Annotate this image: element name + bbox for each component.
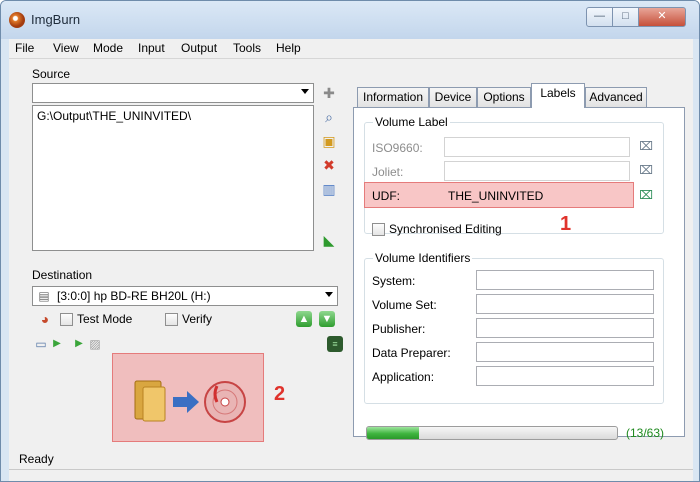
status-bar xyxy=(9,469,693,481)
close-button[interactable]: ✕ xyxy=(638,7,686,27)
tab-advanced[interactable]: Advanced xyxy=(585,87,647,107)
source-label: Source xyxy=(32,67,71,81)
synchronised-editing-label: Synchronised Editing xyxy=(389,222,502,236)
build-icon[interactable]: ◣ xyxy=(321,232,337,248)
destination-label: Destination xyxy=(32,268,93,282)
volume-set-field[interactable] xyxy=(476,294,654,314)
tab-device[interactable]: Device xyxy=(429,87,477,107)
menu-tools[interactable]: Tools xyxy=(233,41,261,55)
progress-count: (13/63) xyxy=(626,426,665,440)
progress-bar xyxy=(366,426,618,440)
disc-icon xyxy=(204,381,246,423)
copy-icon[interactable]: ▭ xyxy=(33,336,49,352)
menu-input[interactable]: Input xyxy=(138,41,165,55)
annotation-marker-1: 1 xyxy=(560,213,572,235)
udf-label: UDF: xyxy=(372,189,400,203)
joliet-field[interactable] xyxy=(444,161,630,181)
play-icon[interactable]: ▶ xyxy=(49,336,65,352)
build-graphic xyxy=(134,380,246,423)
eject-icon[interactable]: ◕ xyxy=(37,311,53,327)
list-item[interactable]: G:\Output\THE_UNINVITED\ xyxy=(37,109,191,123)
menu-file[interactable]: File xyxy=(15,41,34,55)
lock-icon[interactable]: ⌧ xyxy=(638,161,654,179)
tab-options[interactable]: Options xyxy=(477,87,531,107)
system-label: System: xyxy=(372,274,416,288)
disc-queue-icon[interactable]: ▨ xyxy=(87,336,103,352)
minimize-button[interactable]: — xyxy=(586,7,613,27)
lock-icon[interactable]: ⌧ xyxy=(638,137,654,155)
verify-label: Verify xyxy=(182,312,213,326)
publisher-field[interactable] xyxy=(476,318,654,338)
lock-icon[interactable]: ⌧ xyxy=(638,186,654,204)
chevron-down-icon xyxy=(301,89,309,94)
menu-mode[interactable]: Mode xyxy=(93,41,123,55)
application-label: Application: xyxy=(372,370,435,384)
source-combo[interactable] xyxy=(32,83,314,103)
chevron-down-icon xyxy=(325,292,333,297)
tab-labels[interactable]: Labels xyxy=(531,83,585,108)
browse-folder-icon[interactable]: ▣ xyxy=(321,133,337,149)
destination-device-combo[interactable]: ▤ [3:0:0] hp BD-RE BH20L (H:) xyxy=(32,286,338,306)
data-preparer-label: Data Preparer: xyxy=(372,346,451,360)
application-field[interactable] xyxy=(476,366,654,386)
maximize-button[interactable]: □ xyxy=(612,7,639,27)
iso9660-field[interactable] xyxy=(444,137,630,157)
publisher-label: Publisher: xyxy=(372,322,426,336)
tabs-container: Information Device Options Labels Advanc… xyxy=(353,83,685,440)
annotation-marker-2: 2 xyxy=(274,383,286,405)
arrow-icon xyxy=(173,391,199,413)
build-button[interactable] xyxy=(112,353,264,442)
test-mode-label: Test Mode xyxy=(77,312,133,326)
system-field[interactable] xyxy=(476,270,654,290)
status-text: Ready xyxy=(19,452,54,466)
imgburn-window: ImgBurn — □ ✕ File View Mode Input Outpu… xyxy=(0,0,700,482)
test-mode-checkbox[interactable] xyxy=(60,313,73,326)
menu-output[interactable]: Output xyxy=(181,41,217,55)
data-preparer-field[interactable] xyxy=(476,342,654,362)
imgburn-app-icon xyxy=(9,12,25,28)
volume-identifiers-title: Volume Identifiers xyxy=(373,251,473,265)
eject-tray-button[interactable]: ▲ xyxy=(296,311,312,327)
iso9660-label: ISO9660: xyxy=(372,141,423,155)
main-client-area: Source G:\Output\THE_UNINVITED\ ✚ ⌕ ▣ ✖ … xyxy=(9,59,693,469)
log-icon[interactable]: ≡ xyxy=(327,336,343,352)
menu-help[interactable]: Help xyxy=(276,41,301,55)
title-bar[interactable]: ImgBurn — □ ✕ xyxy=(1,1,699,39)
clear-icon[interactable]: ▥ xyxy=(321,181,337,197)
progress-fill xyxy=(367,427,419,439)
add-icon[interactable]: ✚ xyxy=(321,85,337,101)
menu-view[interactable]: View xyxy=(53,41,79,55)
synchronised-editing-checkbox[interactable] xyxy=(372,223,385,236)
window-title: ImgBurn xyxy=(31,12,81,27)
udf-field[interactable]: THE_UNINVITED xyxy=(448,189,543,203)
folder-icon xyxy=(134,380,166,422)
joliet-label: Joliet: xyxy=(372,165,404,179)
load-tray-button[interactable]: ▼ xyxy=(319,311,335,327)
source-file-list[interactable]: G:\Output\THE_UNINVITED\ xyxy=(32,105,314,251)
tab-information[interactable]: Information xyxy=(357,87,429,107)
labels-tab-panel: Volume Label ISO9660: ⌧ Joliet: ⌧ UDF: T… xyxy=(353,107,685,440)
volume-set-label: Volume Set: xyxy=(372,298,437,312)
drive-icon: ▤ xyxy=(38,289,50,303)
delete-icon[interactable]: ✖ xyxy=(321,157,337,173)
volume-label-title: Volume Label xyxy=(373,115,450,129)
menu-bar: File View Mode Input Output Tools Help xyxy=(9,39,693,59)
verify-checkbox[interactable] xyxy=(165,313,178,326)
play-icon[interactable]: ▶ xyxy=(71,336,87,352)
search-icon[interactable]: ⌕ xyxy=(321,109,337,125)
